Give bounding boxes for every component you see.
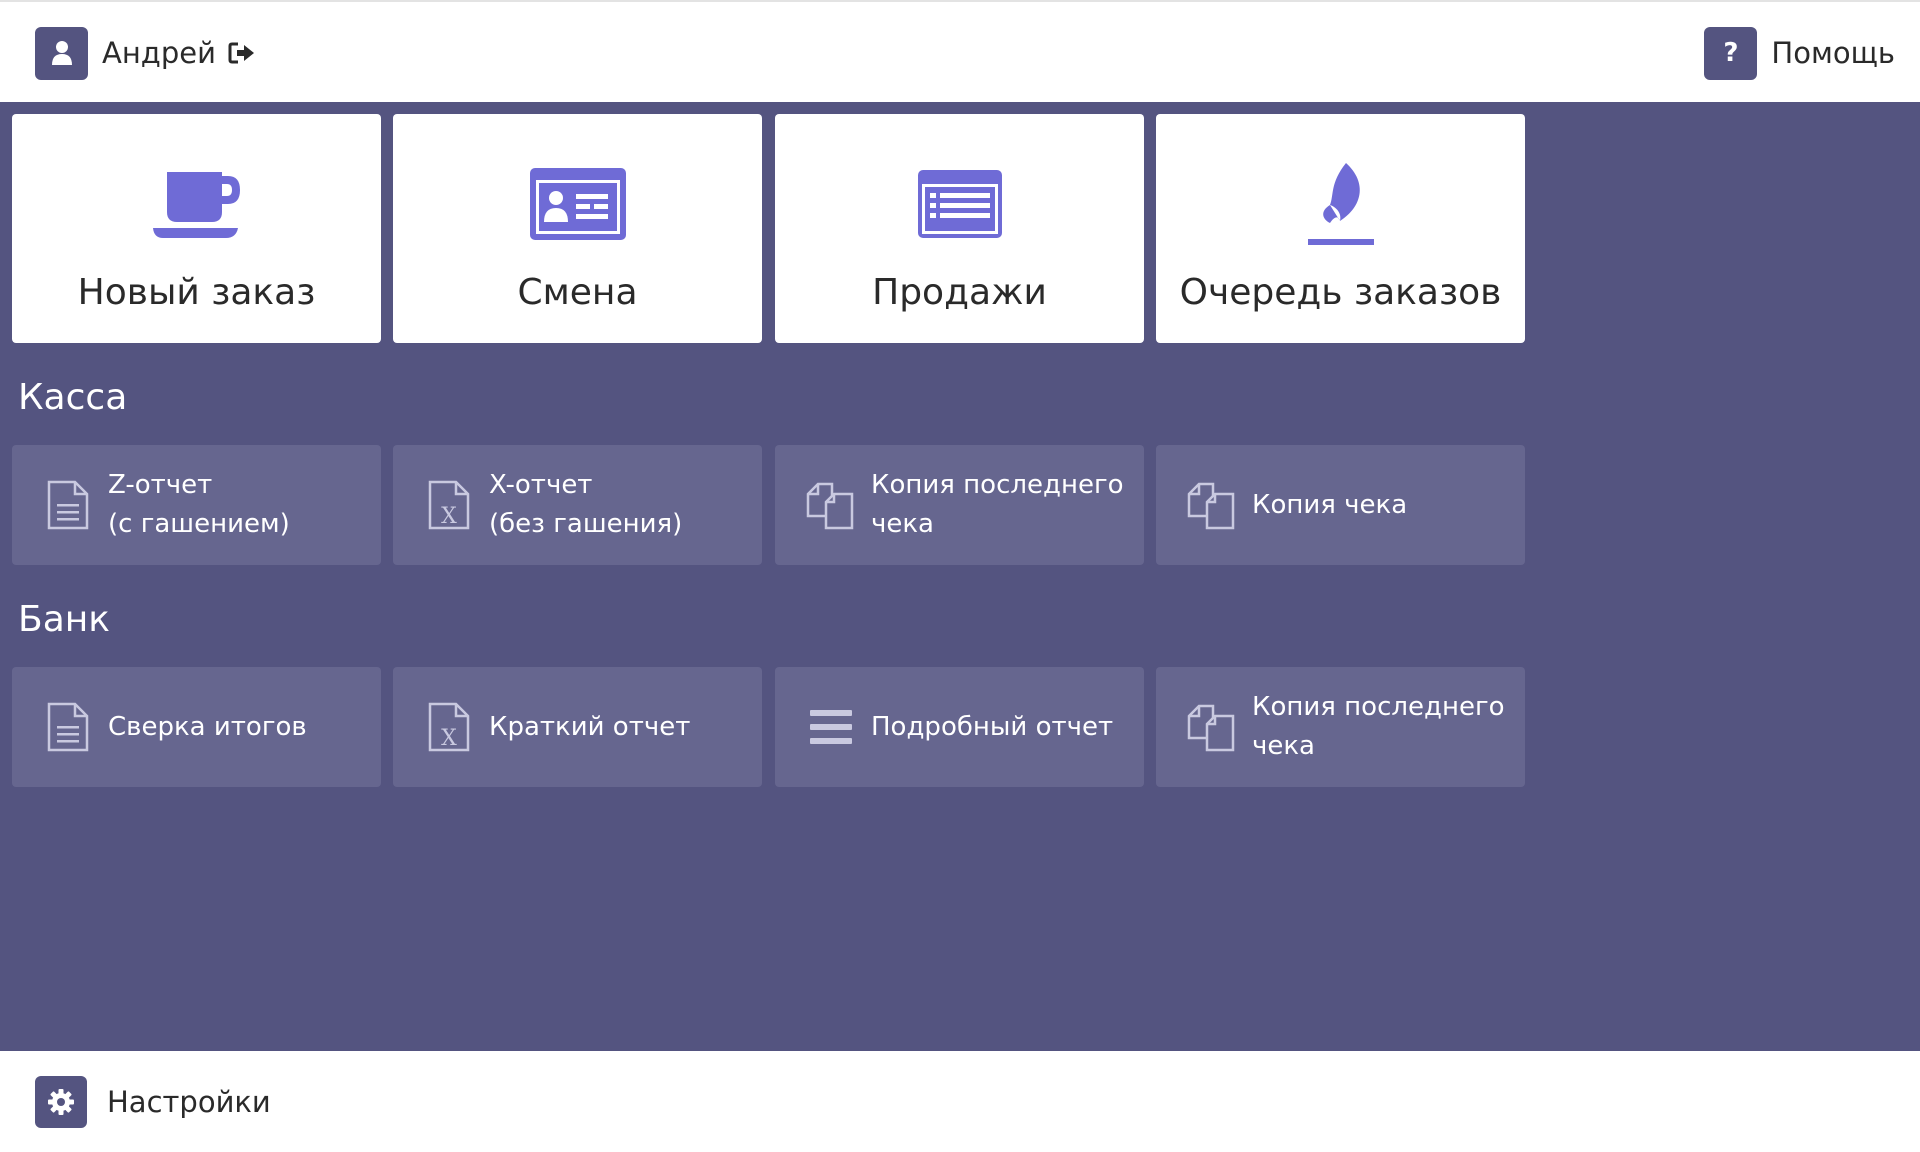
order-queue-tile[interactable]: Очередь заказов: [1156, 114, 1525, 343]
settings-button[interactable]: Настройки: [35, 1076, 271, 1128]
main-panel: Новый заказ Смена Продажи Очередь заказо…: [0, 102, 1920, 1051]
excel-file-icon: X: [421, 699, 477, 755]
z-report-label: Z-отчет (с гашением): [108, 470, 290, 539]
reconciliation-label: Сверка итогов: [108, 711, 307, 742]
sales-tile[interactable]: Продажи: [775, 114, 1144, 343]
kassa-section-title: Касса: [18, 377, 128, 418]
top-bar: Андрей ? Помощь: [0, 0, 1920, 102]
flame-icon: [1156, 163, 1525, 245]
receipt-copy-label: Копия чека: [1252, 489, 1408, 520]
excel-file-icon: X: [421, 477, 477, 533]
user-avatar-icon: [35, 26, 88, 80]
order-queue-label: Очередь заказов: [1179, 272, 1502, 313]
last-receipt-copy-label: Копия последнего чека: [871, 470, 1124, 539]
bank-last-receipt-copy-label: Копия последнего чека: [1252, 692, 1505, 761]
gear-icon: [35, 1076, 87, 1128]
help-button[interactable]: ? Помощь: [1704, 26, 1895, 80]
user-menu[interactable]: Андрей: [35, 26, 256, 80]
document-icon: [40, 699, 96, 755]
logout-icon[interactable]: [228, 41, 256, 65]
bank-section-title: Банк: [18, 599, 111, 640]
help-label: Помощь: [1771, 36, 1895, 70]
detailed-report-label: Подробный отчет: [871, 711, 1114, 742]
z-report-button[interactable]: Z-отчет (с гашением): [12, 445, 381, 565]
reconciliation-button[interactable]: Сверка итогов: [12, 667, 381, 787]
svg-text:X: X: [441, 504, 457, 529]
document-icon: [40, 477, 96, 533]
coffee-cup-icon: [12, 164, 381, 244]
id-card-icon: [393, 164, 762, 244]
x-report-button[interactable]: X X-отчет (без гашения): [393, 445, 762, 565]
copy-icon: [803, 477, 859, 533]
new-order-label: Новый заказ: [77, 272, 316, 313]
receipt-copy-button[interactable]: Копия чека: [1156, 445, 1525, 565]
short-report-button[interactable]: X Краткий отчет: [393, 667, 762, 787]
shift-label: Смена: [517, 272, 638, 313]
footer-bar: Настройки: [0, 1051, 1920, 1152]
user-name: Андрей: [102, 36, 216, 70]
short-report-label: Краткий отчет: [489, 711, 691, 742]
shift-tile[interactable]: Смена: [393, 114, 762, 343]
help-icon: ?: [1704, 26, 1758, 80]
settings-label: Настройки: [107, 1085, 271, 1119]
sales-label: Продажи: [872, 272, 1047, 313]
list-icon: [775, 164, 1144, 244]
bank-last-receipt-copy-button[interactable]: Копия последнего чека: [1156, 667, 1525, 787]
last-receipt-copy-button[interactable]: Копия последнего чека: [775, 445, 1144, 565]
detailed-report-button[interactable]: Подробный отчет: [775, 667, 1144, 787]
new-order-tile[interactable]: Новый заказ: [12, 114, 381, 343]
svg-text:X: X: [441, 726, 457, 751]
x-report-label: X-отчет (без гашения): [489, 470, 683, 539]
copy-icon: [1184, 699, 1240, 755]
copy-icon: [1184, 477, 1240, 533]
bars-icon: [803, 699, 859, 755]
